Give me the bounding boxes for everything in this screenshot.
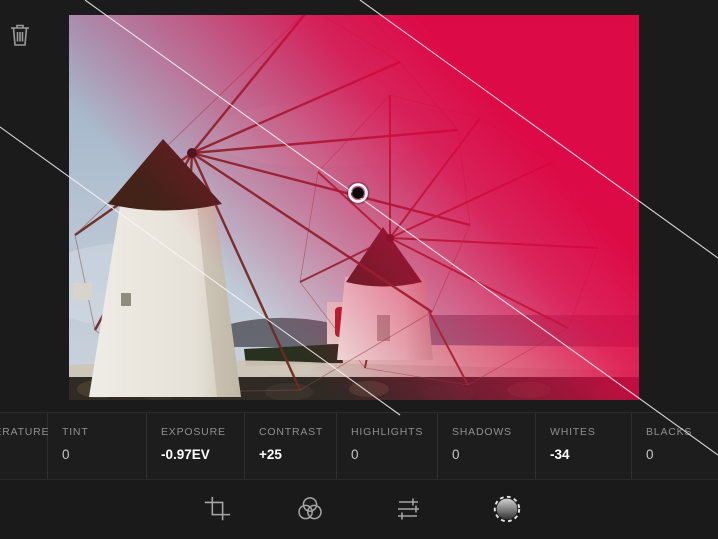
presets-tool-button[interactable] [288, 487, 332, 531]
adjustment-highlights[interactable]: HIGHLIGHTS 0 [337, 413, 438, 479]
adjustment-shadows[interactable]: SHADOWS 0 [438, 413, 536, 479]
adjustment-label: BLACKS [646, 426, 718, 438]
editing-stage [0, 0, 718, 412]
adjustment-exposure[interactable]: EXPOSURE -0.97EV [147, 413, 245, 479]
adjust-tool-button[interactable] [386, 487, 430, 531]
adjustment-tint[interactable]: TINT 0 [48, 413, 147, 479]
adjustment-value: -34 [550, 447, 631, 462]
trash-button[interactable] [6, 20, 34, 50]
adjustment-value: 0 [351, 447, 437, 462]
red-filter-overlay [69, 15, 639, 400]
photo-canvas[interactable] [69, 15, 639, 400]
adjustment-value: +25 [259, 447, 336, 462]
adjustment-label: SHADOWS [452, 426, 535, 438]
adjustment-value: 0 [646, 447, 718, 462]
adjustment-contrast[interactable]: CONTRAST +25 [245, 413, 337, 479]
adjustment-value: 0 [62, 447, 146, 462]
adjustment-temperature[interactable]: TEMPERATURE [0, 413, 48, 479]
crop-icon [202, 494, 232, 524]
photo-editor-app: TEMPERATURE TINT 0 EXPOSURE -0.97EV CONT… [0, 0, 718, 539]
adjustment-label: TEMPERATURE [0, 426, 47, 438]
selective-edit-tool-button[interactable] [485, 487, 529, 531]
adjustment-value: -0.97EV [161, 447, 244, 462]
adjustment-blacks[interactable]: BLACKS 0 [632, 413, 718, 479]
selective-gradient-icon [491, 493, 523, 525]
adjustment-label: HIGHLIGHTS [351, 426, 437, 438]
adjust-bar: TEMPERATURE TINT 0 EXPOSURE -0.97EV CONT… [0, 412, 718, 480]
adjustment-value: 0 [452, 447, 535, 462]
adjustment-label: CONTRAST [259, 426, 336, 438]
presets-circles-icon [295, 494, 325, 524]
adjustment-label: EXPOSURE [161, 426, 244, 438]
crop-tool-button[interactable] [195, 487, 239, 531]
adjust-sliders-icon [393, 494, 423, 524]
trash-icon [6, 20, 34, 50]
adjustment-label: TINT [62, 426, 146, 438]
adjustment-label: WHITES [550, 426, 631, 438]
adjustment-whites[interactable]: WHITES -34 [536, 413, 632, 479]
tools-bar [0, 481, 718, 539]
gradient-pin[interactable] [348, 183, 369, 204]
